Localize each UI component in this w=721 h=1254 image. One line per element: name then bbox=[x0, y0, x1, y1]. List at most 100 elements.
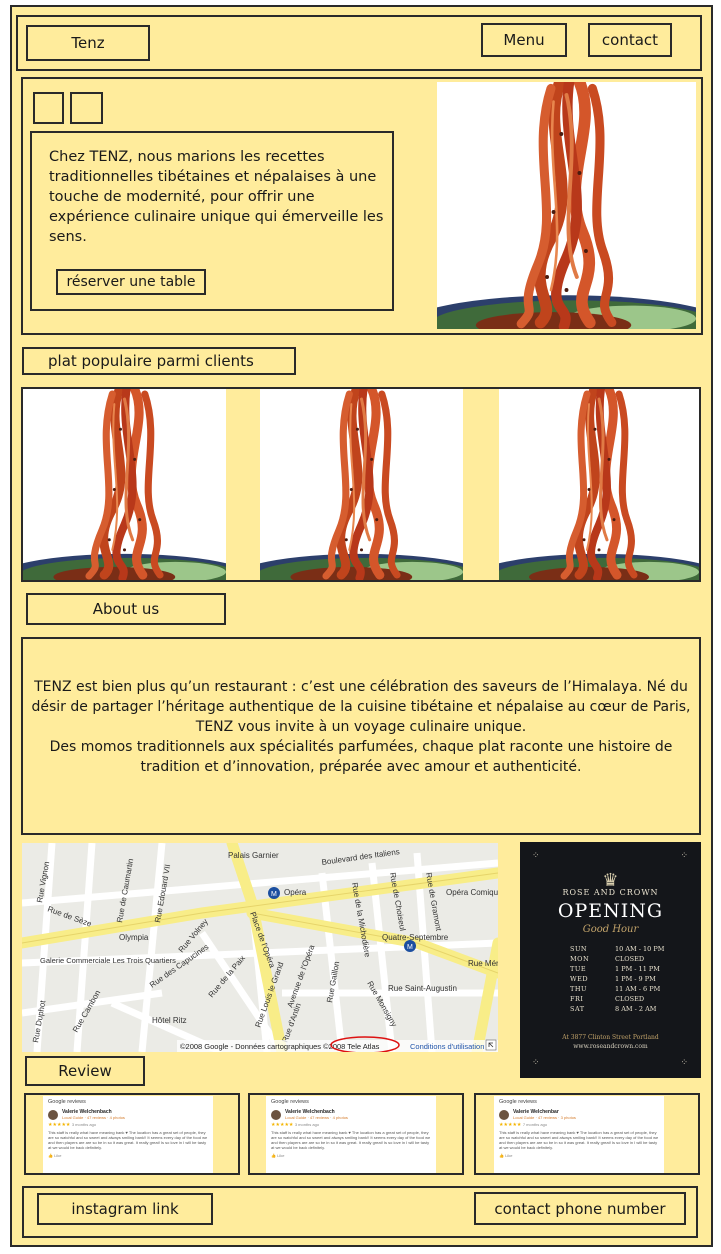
review-stars: ★★★★★ 3 months ago bbox=[271, 1122, 431, 1128]
hours-time: 10 AM - 10 PM bbox=[615, 945, 665, 953]
poster-address: At 3877 Clinton Street Portland bbox=[562, 1034, 659, 1041]
review-card-3[interactable]: Google reviews Valerie Welchenbar Local … bbox=[494, 1096, 664, 1173]
review-author: Valerie Welchenbach Local Guide · 47 rev… bbox=[271, 1109, 431, 1120]
hours-day: MON bbox=[570, 955, 590, 963]
about-paragraph-1: TENZ est bien plus qu’un restaurant : c’… bbox=[31, 679, 691, 735]
hours-day: TUE bbox=[570, 965, 587, 973]
review-date: 3 months ago bbox=[294, 1122, 320, 1127]
map-terms-link: Conditions d'utilisation bbox=[410, 1042, 484, 1051]
nav-contact-label: contact bbox=[601, 31, 659, 49]
poster-hours-row: SUN 10 AM - 10 PM bbox=[570, 944, 690, 954]
review-author: Valerie Welchenbach Local Guide · 47 rev… bbox=[48, 1109, 208, 1120]
review-author-meta: Local Guide · 47 reviews · 3 photos bbox=[513, 1115, 576, 1120]
contact-phone-link[interactable]: contact phone number bbox=[474, 1192, 686, 1225]
map-label-galerie: Galerie Commerciale Les Trois Quartiers bbox=[40, 956, 176, 965]
hours-time: 1 PM - 9 PM bbox=[615, 975, 656, 983]
review-text: This staff is really what have meaning b… bbox=[48, 1130, 208, 1150]
poster-website: www.roseandcrown.com bbox=[573, 1043, 648, 1050]
popular-dishes-heading: plat populaire parmi clients bbox=[22, 347, 296, 375]
hero-dish-image bbox=[437, 82, 696, 329]
popular-dish-image-2[interactable] bbox=[260, 389, 463, 580]
poster-title: OPENING bbox=[557, 900, 664, 922]
map-label-rue-st-augustin: Rue Saint-Augustin bbox=[388, 984, 457, 993]
map-label-opera-comique: Opéra Comique bbox=[446, 888, 498, 897]
avatar bbox=[48, 1109, 58, 1120]
instagram-link-label: instagram link bbox=[71, 1200, 179, 1218]
metro-icon-opera: M bbox=[271, 891, 277, 898]
review-date: 7 months ago bbox=[522, 1122, 548, 1127]
opening-hours-poster: ⁘ ⁘ ⁘ ⁘ ♛ ROSE AND CROWN OPENING Good Ho… bbox=[520, 842, 701, 1078]
poster-brand: ROSE AND CROWN bbox=[562, 888, 659, 897]
hours-day: FRI bbox=[570, 995, 584, 1003]
map-label-rue-menars: Rue Ménars bbox=[468, 959, 498, 968]
star-rating-icon: ★★★★★ bbox=[48, 1122, 71, 1128]
popular-dish-image-1[interactable] bbox=[23, 389, 226, 580]
review-author-meta: Local Guide · 47 reviews · 4 photos bbox=[62, 1115, 125, 1120]
avatar bbox=[499, 1109, 509, 1120]
brand-name: Tenz bbox=[71, 34, 105, 52]
poster-corner-dots-tl: ⁘ bbox=[532, 851, 541, 861]
contact-phone-label: contact phone number bbox=[494, 1199, 666, 1218]
map-label-quatre-septembre: Quatre-Septembre bbox=[382, 933, 449, 942]
hero-small-box-1 bbox=[33, 92, 64, 124]
review-source: Google reviews bbox=[271, 1099, 309, 1105]
review-text: This staff is really what have meaning b… bbox=[271, 1130, 431, 1150]
hours-day: SUN bbox=[570, 945, 588, 953]
review-source: Google reviews bbox=[499, 1099, 537, 1105]
nav-menu-button[interactable]: Menu bbox=[481, 23, 567, 57]
review-card-2[interactable]: Google reviews Valerie Welchenbach Local… bbox=[266, 1096, 436, 1173]
review-like[interactable]: 👍 Like bbox=[271, 1153, 431, 1158]
poster-corner-dots-bl: ⁘ bbox=[532, 1058, 541, 1068]
poster-hours-row: WED 1 PM - 9 PM bbox=[570, 974, 690, 984]
review-title: Review bbox=[58, 1062, 112, 1080]
like-label: Like bbox=[54, 1153, 62, 1158]
poster-hours-row: SAT 8 AM - 2 AM bbox=[570, 1004, 690, 1014]
review-like[interactable]: 👍 Like bbox=[48, 1153, 208, 1158]
nav-contact-button[interactable]: contact bbox=[588, 23, 672, 57]
about-paragraph-2: Des momos traditionnels aux spécialités … bbox=[49, 739, 673, 775]
poster-subtitle: Good Hour bbox=[582, 924, 639, 935]
about-text-block: TENZ est bien plus qu’un restaurant : c’… bbox=[24, 677, 698, 777]
map-label-opera: Opéra bbox=[284, 888, 307, 897]
like-label: Like bbox=[505, 1153, 513, 1158]
hero-small-box-2 bbox=[70, 92, 103, 124]
reserve-table-button[interactable]: réserver une table bbox=[56, 269, 206, 295]
review-heading: Review bbox=[25, 1056, 145, 1086]
review-like[interactable]: 👍 Like bbox=[499, 1153, 659, 1158]
popular-dish-image-3[interactable] bbox=[499, 389, 699, 580]
popular-dishes-title: plat populaire parmi clients bbox=[48, 352, 254, 370]
star-rating-icon: ★★★★★ bbox=[499, 1122, 522, 1128]
location-map[interactable]: M M Boulevard des Italiens Opéra Place d… bbox=[22, 843, 498, 1052]
review-stars: ★★★★★ 7 months ago bbox=[499, 1122, 659, 1128]
poster-hours-row: FRI CLOSED bbox=[570, 994, 690, 1004]
like-label: Like bbox=[277, 1153, 285, 1158]
review-stars: ★★★★★ 3 months ago bbox=[48, 1122, 208, 1128]
review-text: This staff is really what have meaning b… bbox=[499, 1130, 659, 1150]
hours-time: CLOSED bbox=[615, 995, 645, 1003]
instagram-link[interactable]: instagram link bbox=[37, 1193, 213, 1225]
about-title: About us bbox=[92, 600, 160, 618]
hours-time: CLOSED bbox=[615, 955, 645, 963]
hours-time: 11 AM - 6 PM bbox=[615, 985, 661, 993]
map-label-olympia: Olympia bbox=[119, 933, 149, 942]
poster-hours-table: SUN 10 AM - 10 PM MON CLOSED TUE 1 PM - 11 … bbox=[570, 944, 690, 1014]
poster-corner-dots-br: ⁘ bbox=[680, 1058, 689, 1068]
review-date: 3 months ago bbox=[71, 1122, 97, 1127]
map-label-hotel-ritz: Hôtel Ritz bbox=[152, 1016, 187, 1025]
reserve-table-label: réserver une table bbox=[66, 274, 196, 290]
hours-time: 1 PM - 11 PM bbox=[615, 965, 660, 973]
hours-day: WED bbox=[570, 975, 589, 983]
review-card-1[interactable]: Google reviews Valerie Welchenbach Local… bbox=[43, 1096, 213, 1173]
nav-menu-label: Menu bbox=[503, 31, 545, 49]
hero-intro-text: Chez TENZ, nous marions les recettes tra… bbox=[49, 149, 384, 245]
map-copyright-text: ©2008 Google - Données cartographiques ©… bbox=[180, 1042, 380, 1051]
poster-hours-row: THU 11 AM - 6 PM bbox=[570, 984, 690, 994]
about-heading: About us bbox=[26, 593, 226, 625]
review-author: Valerie Welchenbar Local Guide · 47 revi… bbox=[499, 1109, 659, 1120]
poster-corner-dots-tr: ⁘ bbox=[680, 851, 689, 861]
brand-logo[interactable]: Tenz bbox=[26, 25, 150, 61]
poster-hours-row: MON CLOSED bbox=[570, 954, 690, 964]
hours-day: THU bbox=[570, 985, 587, 993]
review-author-meta: Local Guide · 47 reviews · 4 photos bbox=[285, 1115, 348, 1120]
poster-hours-row: TUE 1 PM - 11 PM bbox=[570, 964, 690, 974]
